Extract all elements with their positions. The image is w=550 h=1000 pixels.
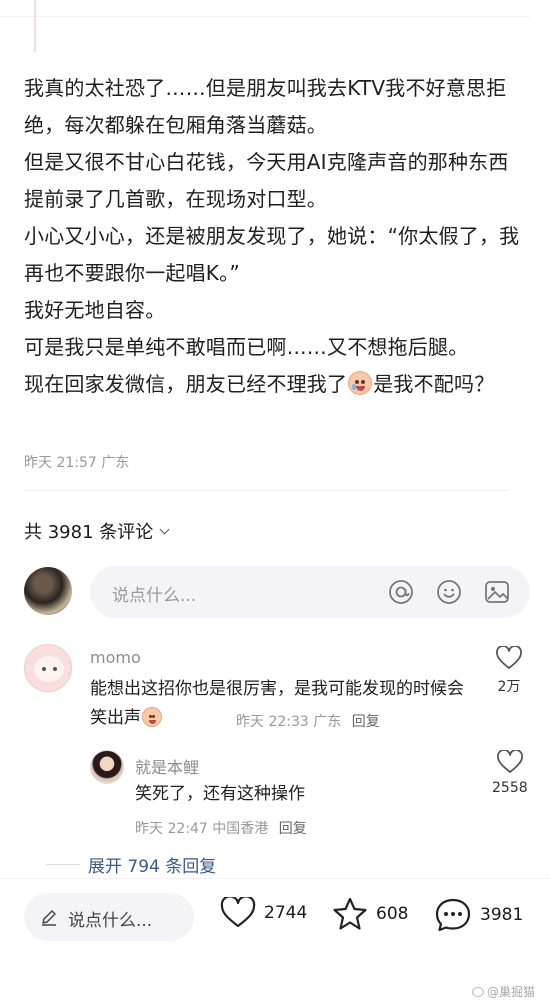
bottom-comment-input[interactable]: 说点什么... — [24, 893, 194, 941]
weibo-logo-icon — [472, 986, 484, 997]
reply-button[interactable]: 回复 — [279, 821, 307, 837]
comment-count-sort[interactable]: 共 3981 条评论 — [24, 518, 170, 544]
mention-icon[interactable] — [388, 579, 414, 605]
like-count: 2744 — [264, 903, 308, 923]
section-divider — [24, 490, 508, 491]
cropped-edge-marker — [34, 0, 36, 52]
comment-like[interactable]: 2558 — [492, 750, 528, 796]
post-paragraph: 但是又很不甘心白花钱，今天用AI克隆声音的那种东西提前录了几首歌，在现场对口型。 — [24, 150, 509, 211]
expand-replies-button[interactable]: 展开 794 条回复 — [46, 852, 217, 877]
comment-button[interactable]: 3981 — [434, 897, 523, 933]
comment-input[interactable]: 说点什么... — [90, 566, 530, 618]
chevron-down-icon — [159, 524, 170, 534]
post-text: 是我不配吗？ — [373, 372, 495, 396]
bottom-input-placeholder: 说点什么... — [68, 911, 153, 931]
comment-bubble-icon — [435, 898, 471, 932]
comment-count: 3981 — [480, 905, 524, 925]
post-body: 我真的太社恐了……但是朋友叫我去KTV我不好意思拒绝，每次都躲在包厢角落当蘑菇。… — [24, 70, 524, 403]
comment-location: 广东 — [313, 714, 342, 730]
comment-count-label: 共 3981 条评论 — [24, 522, 154, 543]
image-icon[interactable] — [484, 579, 510, 605]
watermark: @巢掘猫 — [472, 983, 535, 1000]
watermark-text: @巢掘猫 — [487, 985, 536, 999]
comment-meta: 昨天 22:33 广东 回复 — [236, 711, 380, 731]
post-paragraph: 可是我只是单纯不敢唱而已啊……又不想拖后腿。 — [24, 335, 469, 359]
comment-time: 昨天 22:33 — [236, 714, 309, 730]
avatar[interactable] — [90, 750, 124, 784]
comment-like[interactable]: 2万 — [496, 646, 522, 696]
heart-icon — [220, 897, 256, 928]
favorite-count: 608 — [376, 904, 409, 924]
post-paragraph: 小心又小心，还是被朋友发现了，她说：“你太假了，我再也不要跟你一起唱K。” — [24, 224, 520, 285]
like-count: 2万 — [497, 679, 521, 695]
comment-author[interactable]: momo — [90, 648, 141, 667]
avatar[interactable] — [24, 567, 72, 615]
post-text: 现在回家发微信，朋友已经不理我了 — [24, 372, 348, 396]
reply-button[interactable]: 回复 — [352, 714, 380, 730]
post-paragraph: 我真的太社恐了……但是朋友叫我去KTV我不好意思拒绝，每次都躲在包厢角落当蘑菇。 — [24, 76, 507, 137]
like-count: 2558 — [492, 780, 528, 796]
comment-input-placeholder: 说点什么... — [112, 586, 197, 606]
emoji-icon[interactable] — [436, 579, 462, 605]
post-paragraph: 我好无地自容。 — [24, 298, 166, 322]
crying-face-emoji-icon — [142, 707, 162, 727]
heart-icon[interactable] — [496, 646, 522, 670]
bottom-action-bar: 说点什么... 2744 608 3981 @巢掘猫 — [0, 878, 550, 1000]
star-icon — [333, 897, 367, 930]
like-button[interactable]: 2744 — [220, 897, 307, 929]
comment-meta: 昨天 22:47 中国香港 回复 — [135, 818, 307, 838]
avatar[interactable] — [24, 644, 72, 692]
heart-icon[interactable] — [496, 750, 523, 774]
post-meta: 昨天 21:57 广东 — [24, 455, 130, 471]
post-paragraph-last: 现在回家发微信，朋友已经不理我了 是我不配吗？ — [24, 366, 524, 403]
favorite-button[interactable]: 608 — [332, 897, 408, 931]
comment-time: 昨天 22:47 — [135, 821, 208, 837]
comment-text: 笑死了，还有这种操作 — [135, 784, 305, 804]
divider-line — [46, 864, 80, 865]
comment-composer: 说点什么... — [24, 566, 530, 618]
top-divider — [0, 16, 530, 17]
comment-location: 中国香港 — [212, 821, 269, 837]
crying-face-emoji-icon — [348, 371, 373, 395]
pencil-icon — [42, 910, 56, 926]
expand-replies-label: 展开 794 条回复 — [88, 857, 217, 877]
comment-author[interactable]: 就是本鲤 — [135, 754, 199, 778]
